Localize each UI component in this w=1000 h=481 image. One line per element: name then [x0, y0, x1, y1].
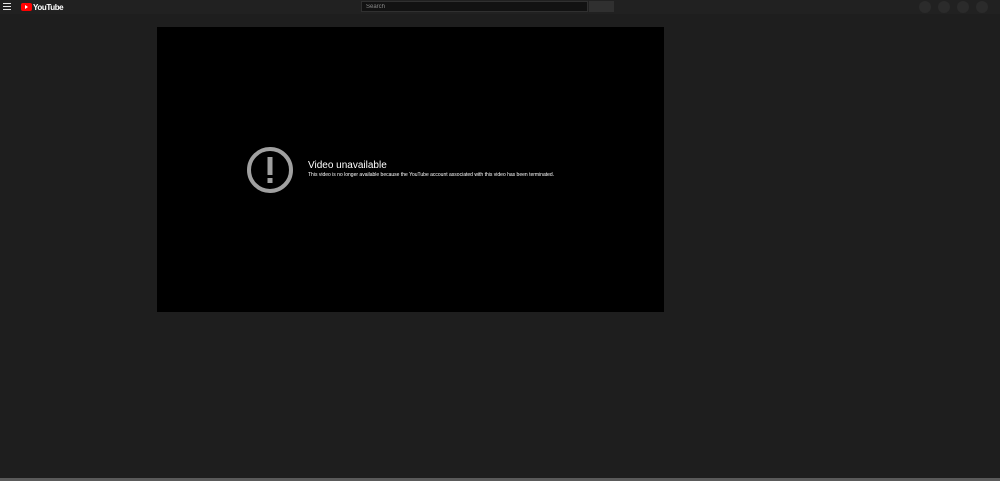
create-icon[interactable] — [919, 1, 931, 13]
notifications-icon[interactable] — [957, 1, 969, 13]
youtube-logo[interactable]: YouTube — [21, 2, 64, 12]
search-button[interactable] — [589, 1, 614, 12]
apps-icon[interactable] — [938, 1, 950, 13]
video-player[interactable] — [157, 27, 664, 312]
masthead: YouTube — [0, 0, 1000, 14]
exclamation-circle-icon — [247, 147, 293, 193]
logo-text: YouTube — [33, 2, 64, 12]
avatar[interactable] — [976, 1, 988, 13]
search-input[interactable] — [361, 1, 588, 12]
page: YouTube Video unavailable This video is … — [0, 0, 1000, 481]
youtube-play-icon — [21, 3, 32, 11]
error-title: Video unavailable — [308, 160, 387, 171]
error-reason: This video is no longer available becaus… — [308, 172, 555, 178]
hamburger-menu-icon[interactable] — [3, 3, 12, 11]
